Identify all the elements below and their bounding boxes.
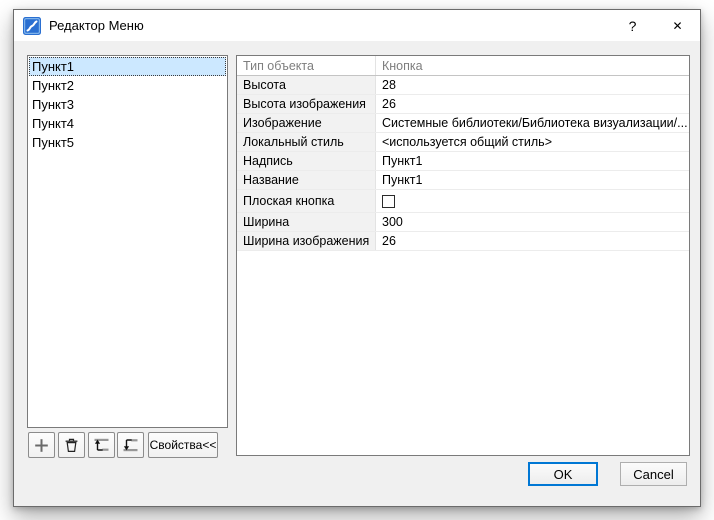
property-header-value: Кнопка [375,56,689,75]
property-name: Высота [237,76,375,94]
property-value[interactable]: Пункт1 [375,152,689,170]
plus-icon [35,438,48,452]
property-name: Изображение [237,114,375,132]
property-name: Ширина [237,213,375,231]
property-name: Надпись [237,152,375,170]
property-row: Высота изображения 26 [237,95,689,114]
list-item[interactable]: Пункт2 [29,76,226,95]
property-row: Изображение Системные библиотеки/Библиоте… [237,114,689,133]
app-icon [23,16,41,35]
list-item[interactable]: Пункт4 [29,114,226,133]
move-down-button[interactable] [117,432,144,458]
window-title: Редактор Меню [49,18,144,33]
property-value[interactable]: 28 [375,76,689,94]
property-value[interactable]: <используется общий стиль> [375,133,689,151]
ok-button[interactable]: OK [528,462,598,486]
property-name: Высота изображения [237,95,375,113]
property-value[interactable]: 26 [375,232,689,250]
cancel-button[interactable]: Cancel [620,462,687,486]
titlebar[interactable]: Редактор Меню ? ✕ [14,10,700,41]
property-row: Локальный стиль <используется общий стиль… [237,133,689,152]
property-row: Ширина 300 [237,213,689,232]
list-item[interactable]: Пункт5 [29,133,226,152]
property-row: Высота 28 [237,76,689,95]
property-row: Ширина изображения 26 [237,232,689,251]
property-rows: Высота 28 Высота изображения 26 Изображение С… [237,76,689,251]
property-value[interactable] [375,190,689,212]
property-grid: Тип объекта Кнопка Высота 28 Высота изобра… [236,55,690,456]
move-up-button[interactable] [88,432,115,458]
move-up-icon [94,438,109,451]
property-row: Надпись Пункт1 [237,152,689,171]
move-down-icon [123,439,138,452]
property-name: Название [237,171,375,189]
property-value[interactable]: Системные библиотеки/Библиотека визуализ… [375,114,689,132]
property-name: Локальный стиль [237,133,375,151]
property-header-name: Тип объекта [237,56,375,75]
add-item-button[interactable] [28,432,55,458]
list-item[interactable]: Пункт3 [29,95,226,114]
properties-toggle-button[interactable]: Свойства<< [148,432,218,458]
menu-list: Пункт1 Пункт2 Пункт3 Пункт4 Пункт5 [27,55,228,428]
property-grid-header: Тип объекта Кнопка [237,56,689,76]
property-value[interactable]: 26 [375,95,689,113]
property-row: Название Пункт1 [237,171,689,190]
list-item[interactable]: Пункт1 [29,57,226,76]
property-name: Ширина изображения [237,232,375,250]
delete-item-button[interactable] [58,432,85,458]
property-name: Плоская кнопка [237,190,375,212]
property-value[interactable]: 300 [375,213,689,231]
property-value[interactable]: Пункт1 [375,171,689,189]
menu-editor-dialog: Редактор Меню ? ✕ Пункт1 Пункт2 Пункт3 Пунк… [13,9,701,507]
close-icon[interactable]: ✕ [655,10,700,41]
trash-icon [65,438,78,452]
help-button[interactable]: ? [610,10,655,41]
flat-button-checkbox[interactable] [382,194,395,208]
property-row: Плоская кнопка [237,190,689,213]
